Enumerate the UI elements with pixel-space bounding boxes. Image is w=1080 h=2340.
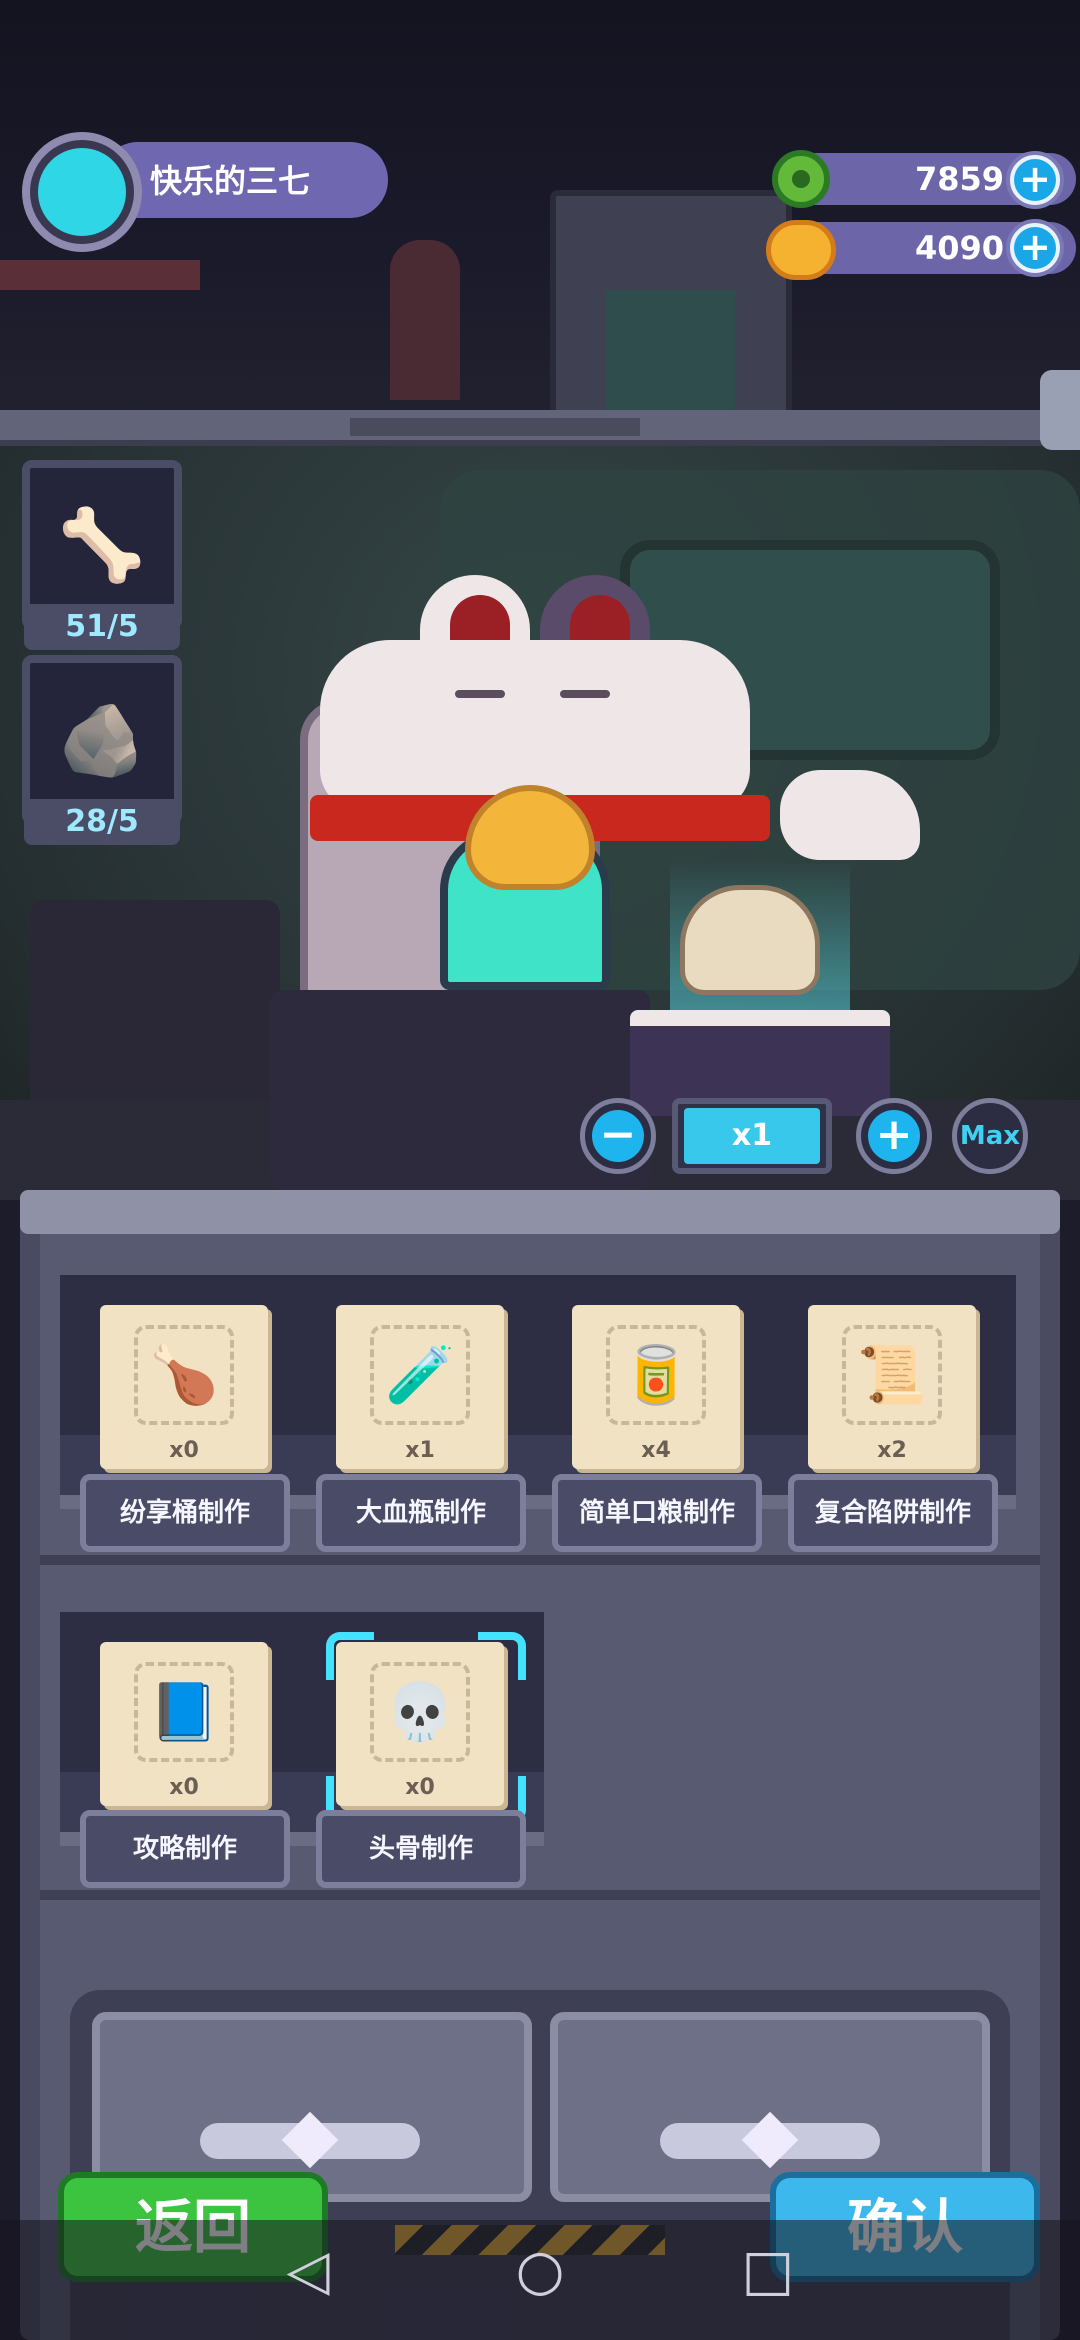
player-name: 快乐的三七 [150,162,311,200]
increase-quantity-button[interactable]: + [856,1098,932,1174]
plus-icon: + [1014,227,1056,269]
recipe-card-trap[interactable]: 📜 x2 [808,1305,976,1469]
potion-icon: 🧪 [370,1325,470,1425]
recipe-count: x0 [169,1775,199,1800]
minus-icon: − [592,1110,644,1162]
recipe-card-ration[interactable]: 🥫 x4 [572,1305,740,1469]
skull-preview-icon [680,885,820,995]
cat-avatar-icon [38,148,126,236]
rock-icon: 🪨 [58,698,146,781]
shelf-divider [40,1555,1040,1565]
craft-potion-button[interactable]: 大血瓶制作 [316,1474,526,1552]
recipe-card-bucket[interactable]: 🍗 x0 [100,1305,268,1469]
craft-guide-button[interactable]: 攻略制作 [80,1810,290,1888]
max-label: Max [959,1121,1021,1151]
selection-corner [478,1632,526,1680]
nav-home-icon[interactable]: ○ [500,2238,580,2303]
pipe-decoration [0,260,200,290]
plus-icon: + [868,1110,920,1162]
recipe-panel-top [20,1190,1060,1234]
add-currency1-button[interactable]: + [1006,151,1064,209]
max-quantity-button[interactable]: Max [952,1098,1028,1174]
donut-hole [792,170,810,188]
material-bone-count: 51/5 [24,604,180,650]
side-tab[interactable] [1040,370,1080,450]
cat-eye [560,690,610,698]
selection-corner [326,1632,374,1680]
craft-skull-button[interactable]: 头骨制作 [316,1810,526,1888]
plus-icon: + [1014,159,1056,201]
factory-door [605,290,735,410]
recipe-count: x4 [641,1438,671,1463]
skull-icon: 💀 [370,1662,470,1762]
rail-slot [350,418,640,436]
craft-ration-button[interactable]: 简单口粮制作 [552,1474,762,1552]
craft-trap-button[interactable]: 复合陷阱制作 [788,1474,998,1552]
cat-eye [455,690,505,698]
cat-machine-tail [780,770,920,860]
recipe-count: x0 [169,1438,199,1463]
quantity-value: x1 [684,1108,820,1164]
planet-coin-icon [766,220,836,280]
book-icon: 📘 [134,1662,234,1762]
craft-bucket-button[interactable]: 纷享桶制作 [80,1474,290,1552]
bone-icon: 🦴 [58,503,146,586]
recipe-card-potion[interactable]: 🧪 x1 [336,1305,504,1469]
canned-food-icon: 🥫 [606,1325,706,1425]
pipe-decoration [390,240,460,400]
recipe-count: x2 [877,1438,907,1463]
scroll-trap-icon: 📜 [842,1325,942,1425]
recipe-count: x1 [405,1438,435,1463]
material-rock-count: 28/5 [24,799,180,845]
chicken-bucket-icon: 🍗 [134,1325,234,1425]
nav-back-icon[interactable]: ◁ [268,2238,348,2303]
recipe-card-guide[interactable]: 📘 x0 [100,1642,268,1806]
decrease-quantity-button[interactable]: − [580,1098,656,1174]
nav-recents-icon[interactable]: □ [728,2238,808,2303]
shelf-divider [40,1890,1040,1900]
add-currency2-button[interactable]: + [1006,219,1064,277]
